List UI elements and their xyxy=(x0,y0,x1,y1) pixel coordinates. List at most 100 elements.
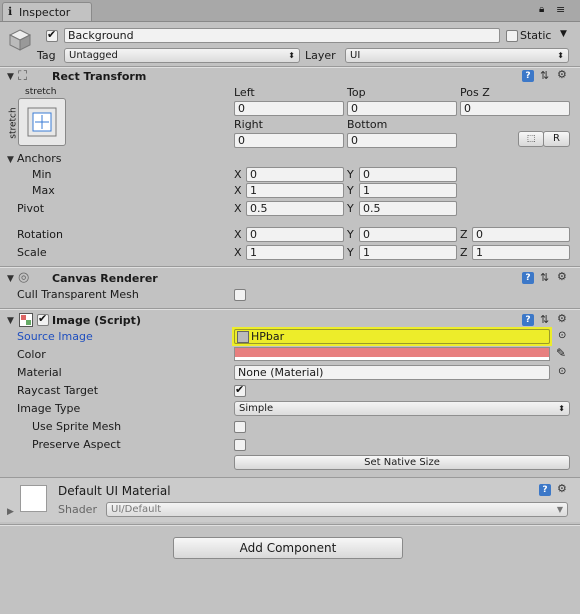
add-component-button[interactable]: Add Component xyxy=(173,537,403,559)
object-name-input[interactable]: Background xyxy=(64,28,500,43)
blueprint-mode-button[interactable]: ⬚ xyxy=(518,131,544,147)
tab-bar: ℹ Inspector 🔒︎ ≡ xyxy=(0,0,580,22)
z-label: Z xyxy=(460,246,468,259)
anchor-min-y-input[interactable]: 0 xyxy=(359,167,457,182)
help-icon[interactable]: ? xyxy=(522,314,534,326)
color-swatch-field[interactable] xyxy=(234,347,550,361)
raw-edit-button[interactable]: R xyxy=(543,131,570,147)
dropdown-arrow-icon: ▼ xyxy=(556,505,563,514)
static-dropdown-icon[interactable]: ▼ xyxy=(560,29,567,39)
help-icon[interactable]: ? xyxy=(522,272,534,284)
rotation-z-input[interactable]: 0 xyxy=(472,227,570,242)
inspector-tab-icon: ℹ xyxy=(8,5,13,18)
dropdown-arrows-icon: ⬍ xyxy=(557,51,564,60)
material-preview-thumbnail xyxy=(20,485,47,512)
help-icon[interactable]: ? xyxy=(539,484,551,496)
gear-icon[interactable]: ⚙ xyxy=(557,68,567,81)
posz-label: Pos Z xyxy=(460,86,490,99)
foldout-anchors[interactable]: ▼ xyxy=(7,155,14,165)
right-label: Right xyxy=(234,118,263,131)
min-label: Min xyxy=(32,168,52,181)
cull-transparent-mesh-checkbox[interactable] xyxy=(234,289,246,301)
object-picker-icon[interactable]: ⊙ xyxy=(558,330,566,341)
source-image-value: HPbar xyxy=(251,330,285,343)
pivot-label: Pivot xyxy=(17,202,45,215)
foldout-canvas-renderer[interactable]: ▼ xyxy=(7,274,14,284)
color-label: Color xyxy=(17,348,46,361)
static-checkbox[interactable] xyxy=(506,30,518,42)
x-label: X xyxy=(234,202,242,215)
anchor-max-y-input[interactable]: 1 xyxy=(359,183,457,198)
image-type-dropdown[interactable]: Simple ⬍ xyxy=(234,401,570,416)
right-input[interactable]: 0 xyxy=(234,133,344,148)
context-menu-icon[interactable]: ≡ xyxy=(556,3,565,16)
y-label: Y xyxy=(347,168,354,181)
tag-dropdown[interactable]: Untagged ⬍ xyxy=(64,48,300,63)
image-title: Image (Script) xyxy=(52,314,141,327)
top-label: Top xyxy=(347,86,366,99)
x-label: X xyxy=(234,184,242,197)
foldout-rect-transform[interactable]: ▼ xyxy=(7,72,14,82)
gear-icon[interactable]: ⚙ xyxy=(557,270,567,283)
pivot-x-input[interactable]: 0.5 xyxy=(246,201,344,216)
divider xyxy=(0,309,580,310)
material-field[interactable]: None (Material) xyxy=(234,365,550,380)
y-label: Y xyxy=(347,228,354,241)
anchor-min-x-input[interactable]: 0 xyxy=(246,167,344,182)
gear-icon[interactable]: ⚙ xyxy=(557,312,567,325)
tab-inspector[interactable]: ℹ Inspector xyxy=(2,2,92,21)
image-type-label: Image Type xyxy=(17,402,81,415)
x-label: X xyxy=(234,246,242,259)
rotation-y-input[interactable]: 0 xyxy=(359,227,457,242)
scale-y-input[interactable]: 1 xyxy=(359,245,457,260)
foldout-material[interactable]: ▶ xyxy=(7,507,14,517)
anchor-max-x-input[interactable]: 1 xyxy=(246,183,344,198)
preserve-aspect-label: Preserve Aspect xyxy=(32,438,121,451)
source-image-label: Source Image xyxy=(17,330,93,343)
source-image-field[interactable]: HPbar xyxy=(234,329,550,344)
pivot-y-input[interactable]: 0.5 xyxy=(359,201,457,216)
bottom-input[interactable]: 0 xyxy=(347,133,457,148)
material-section-title: Default UI Material xyxy=(58,484,171,498)
layer-dropdown[interactable]: UI ⬍ xyxy=(345,48,569,63)
help-icon[interactable]: ? xyxy=(522,70,534,82)
shader-label: Shader xyxy=(58,503,97,516)
left-label: Left xyxy=(234,86,255,99)
rotation-x-input[interactable]: 0 xyxy=(246,227,344,242)
alpha-bar xyxy=(235,357,549,360)
scale-z-input[interactable]: 1 xyxy=(472,245,570,260)
left-input[interactable]: 0 xyxy=(234,101,344,116)
image-enabled-checkbox[interactable] xyxy=(37,312,49,326)
x-label: X xyxy=(234,168,242,181)
anchor-preset-button[interactable] xyxy=(18,98,66,146)
object-picker-icon[interactable]: ⊙ xyxy=(558,366,566,377)
preserve-aspect-checkbox[interactable] xyxy=(234,439,246,451)
image-component-icon xyxy=(19,313,33,327)
shader-dropdown[interactable]: UI/Default ▼ xyxy=(106,502,568,517)
tag-label: Tag xyxy=(37,49,56,62)
preset-icon[interactable]: ⇅ xyxy=(540,69,549,82)
gear-icon[interactable]: ⚙ xyxy=(557,482,567,495)
static-label: Static xyxy=(520,29,552,42)
z-label: Z xyxy=(460,228,468,241)
preset-icon[interactable]: ⇅ xyxy=(540,313,549,326)
y-label: Y xyxy=(347,184,354,197)
posz-input[interactable]: 0 xyxy=(460,101,570,116)
y-label: Y xyxy=(347,202,354,215)
anchors-label: Anchors xyxy=(17,152,62,165)
divider xyxy=(0,525,580,526)
use-sprite-mesh-checkbox[interactable] xyxy=(234,421,246,433)
top-input[interactable]: 0 xyxy=(347,101,457,116)
y-label: Y xyxy=(347,246,354,259)
lock-icon[interactable]: 🔒︎ xyxy=(539,4,544,15)
tab-inspector-label: Inspector xyxy=(19,6,71,19)
scale-x-input[interactable]: 1 xyxy=(246,245,344,260)
cull-transparent-mesh-label: Cull Transparent Mesh xyxy=(17,288,139,301)
foldout-image[interactable]: ▼ xyxy=(7,316,14,326)
active-checkbox[interactable] xyxy=(46,28,58,42)
rotation-label: Rotation xyxy=(17,228,64,241)
set-native-size-button[interactable]: Set Native Size xyxy=(234,455,570,470)
eyedropper-icon[interactable]: ✎ xyxy=(556,346,566,360)
preset-icon[interactable]: ⇅ xyxy=(540,271,549,284)
raycast-target-checkbox[interactable] xyxy=(234,383,246,397)
